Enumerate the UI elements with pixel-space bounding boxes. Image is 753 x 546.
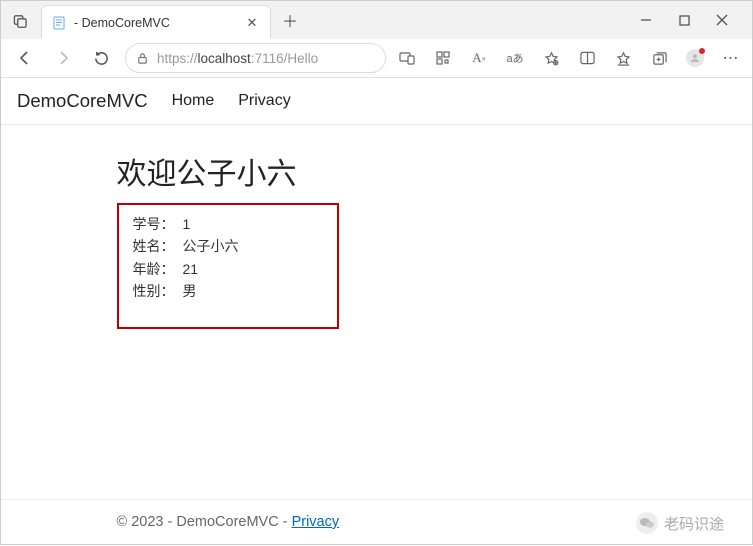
- student-info-box: 学号： 1 姓名： 公子小六 年龄： 21 性别： 男: [117, 203, 339, 329]
- nav-privacy[interactable]: Privacy: [238, 92, 290, 110]
- maximize-button[interactable]: [674, 10, 694, 30]
- label-id: 学号：: [133, 213, 177, 235]
- browser-tab-active[interactable]: - DemoCoreMVC ✕: [41, 5, 271, 39]
- translate-icon[interactable]: aあ: [504, 47, 526, 69]
- forward-button: [49, 44, 77, 72]
- value-id: 1: [183, 213, 191, 235]
- favicon-icon: [52, 16, 66, 30]
- profile-icon[interactable]: [684, 47, 706, 69]
- close-window-button[interactable]: [712, 10, 732, 30]
- label-age: 年龄：: [133, 258, 177, 280]
- row-name: 姓名： 公子小六: [133, 235, 323, 257]
- footer-copyright: © 2023 - DemoCoreMVC -: [117, 514, 292, 530]
- page-viewport: DemoCoreMVC Home Privacy 欢迎公子小六 学号： 1 姓名…: [1, 78, 752, 546]
- wechat-icon: [636, 512, 658, 534]
- responsive-icon[interactable]: [396, 47, 418, 69]
- row-id: 学号： 1: [133, 213, 323, 235]
- browser-toolbar: https://localhost:7116/Hello A» aあ ⋯: [1, 39, 752, 77]
- address-bar[interactable]: https://localhost:7116/Hello: [125, 43, 386, 73]
- window-controls: [636, 10, 746, 30]
- watermark-text: 老码识途: [664, 513, 724, 534]
- page-title: 欢迎公子小六: [117, 149, 637, 193]
- toolbar-icons: A» aあ ⋯: [396, 47, 742, 69]
- browser-tab-strip: - DemoCoreMVC ✕ ＋: [1, 1, 752, 39]
- lock-icon: [136, 52, 149, 65]
- site-header: DemoCoreMVC Home Privacy: [1, 78, 752, 125]
- site-footer: © 2023 - DemoCoreMVC - Privacy 老码识途: [1, 499, 752, 546]
- label-name: 姓名：: [133, 235, 177, 257]
- back-button[interactable]: [11, 44, 39, 72]
- tab-actions-icon[interactable]: [7, 7, 33, 33]
- tab-title: - DemoCoreMVC: [74, 16, 170, 30]
- brand-link[interactable]: DemoCoreMVC: [17, 90, 148, 112]
- main-content: 欢迎公子小六 学号： 1 姓名： 公子小六 年龄： 21 性别： 男: [117, 125, 637, 499]
- refresh-button[interactable]: [87, 44, 115, 72]
- value-gender: 男: [183, 280, 197, 302]
- close-tab-icon[interactable]: ✕: [244, 15, 260, 31]
- star-icon[interactable]: [540, 47, 562, 69]
- row-age: 年龄： 21: [133, 258, 323, 280]
- row-gender: 性别： 男: [133, 280, 323, 302]
- value-age: 21: [183, 258, 199, 280]
- url-text: https://localhost:7116/Hello: [157, 51, 318, 66]
- footer-privacy-link[interactable]: Privacy: [292, 514, 340, 530]
- qr-icon[interactable]: [432, 47, 454, 69]
- new-tab-button[interactable]: ＋: [275, 5, 305, 35]
- text-size-icon[interactable]: A»: [468, 47, 490, 69]
- favorites-icon[interactable]: [612, 47, 634, 69]
- more-icon[interactable]: ⋯: [720, 47, 742, 69]
- watermark: 老码识途: [636, 512, 724, 534]
- split-screen-icon[interactable]: [576, 47, 598, 69]
- value-name: 公子小六: [183, 235, 239, 257]
- minimize-button[interactable]: [636, 10, 656, 30]
- label-gender: 性别：: [133, 280, 177, 302]
- nav-home[interactable]: Home: [172, 92, 215, 110]
- collections-icon[interactable]: [648, 47, 670, 69]
